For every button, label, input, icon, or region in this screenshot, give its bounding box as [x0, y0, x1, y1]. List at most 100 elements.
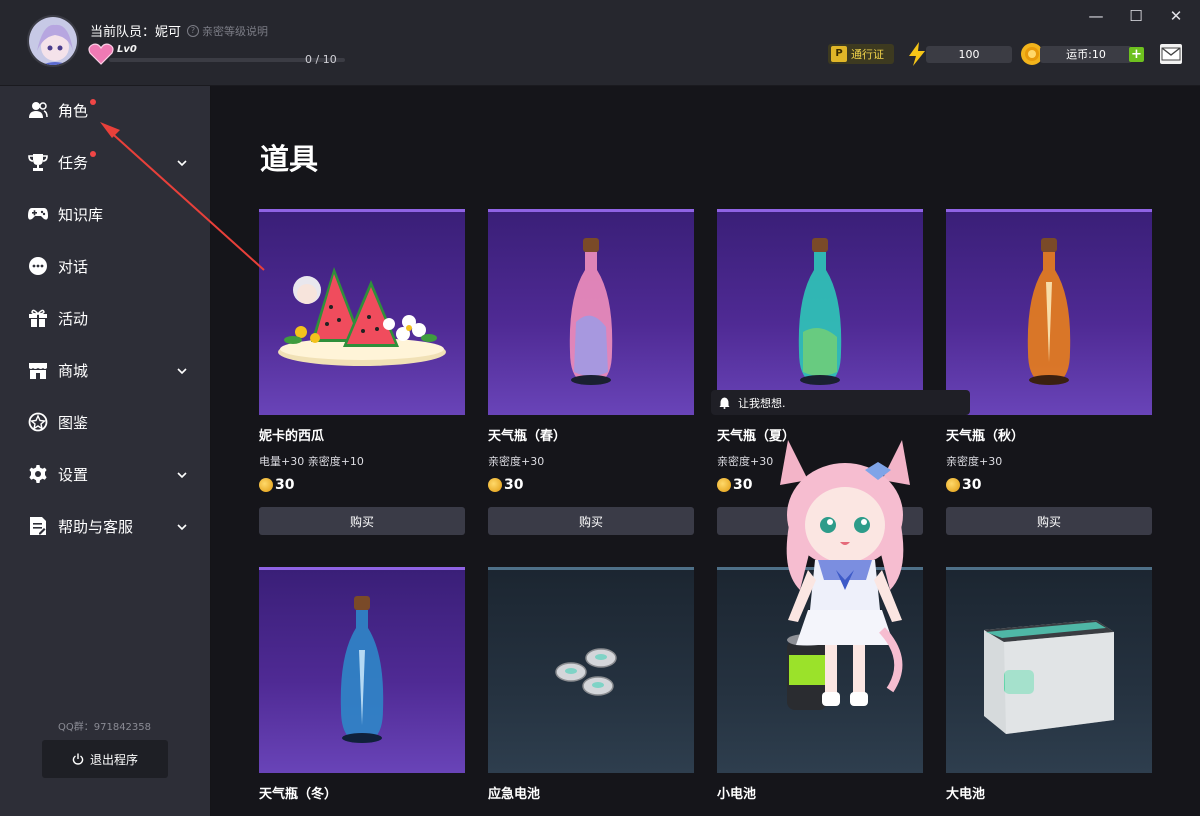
sidebar-item-events[interactable]: 活动	[28, 305, 198, 331]
coin-value: 运币:10	[1040, 46, 1132, 63]
item-image-big-battery[interactable]	[946, 567, 1152, 773]
chevron-down-icon	[176, 363, 188, 381]
sidebar-item-tasks[interactable]: 任务	[28, 149, 198, 175]
sidebar-item-label: 对话	[58, 257, 89, 276]
maximize-icon: ☐	[1129, 7, 1143, 25]
coin-display: 运币:10 +	[1020, 42, 1148, 66]
sidebar-item-label: 角色	[58, 101, 89, 120]
chevron-down-icon	[176, 519, 188, 537]
sidebar-item-label: 设置	[58, 465, 89, 484]
item-price: 30	[488, 477, 694, 493]
sidebar-item-label: 商城	[58, 361, 89, 380]
price-value: 30	[275, 477, 295, 493]
item-image-bottle-autumn[interactable]	[946, 209, 1152, 415]
qq-group-text: QQ群：971842358	[58, 722, 152, 733]
sidebar-item-label: 活动	[58, 309, 89, 328]
buy-button[interactable]: 购买	[488, 507, 694, 535]
item-image-bottle-summer[interactable]	[717, 209, 923, 415]
close-icon: ✕	[1169, 7, 1183, 25]
coin-icon	[259, 478, 273, 492]
sidebar-item-collection[interactable]: 图鉴	[28, 409, 198, 435]
page-title: 道具	[260, 142, 319, 176]
buy-button[interactable]: 购买	[259, 507, 465, 535]
price-value: 30	[733, 477, 753, 493]
item-card: 天气瓶（秋） 亲密度+30 30 购买	[946, 209, 1152, 535]
current-member-label: 当前队员：妮可	[90, 25, 182, 40]
coin-icon	[946, 478, 960, 492]
chat-icon	[28, 256, 48, 276]
sidebar-item-label: 任务	[58, 153, 89, 172]
intimacy-help-link[interactable]: ? 亲密等级说明	[187, 23, 268, 39]
item-card: 天气瓶（春） 亲密度+30 30 购买	[488, 209, 694, 535]
item-image-bottle-spring[interactable]	[488, 209, 694, 415]
item-name: 应急电池	[488, 787, 541, 802]
close-button[interactable]: ✕	[1166, 6, 1186, 26]
energy-value: 100	[926, 46, 1012, 63]
coin-icon	[488, 478, 502, 492]
exit-button[interactable]: 退出程序	[42, 740, 168, 778]
sidebar-item-help[interactable]: 帮助与客服	[28, 513, 198, 539]
price-value: 30	[504, 477, 524, 493]
item-desc: 亲密度+30	[488, 455, 545, 468]
add-coin-button[interactable]: +	[1129, 47, 1144, 62]
sidebar-item-label: 帮助与客服	[58, 517, 134, 536]
lightning-icon	[909, 42, 925, 66]
chevron-down-icon	[176, 155, 188, 173]
sidebar-item-settings[interactable]: 设置	[28, 461, 198, 487]
chevron-down-icon	[176, 467, 188, 485]
maximize-button[interactable]: ☐	[1126, 6, 1146, 26]
mail-button[interactable]	[1160, 44, 1182, 64]
pass-label: 通行证	[851, 48, 884, 61]
sidebar-item-chat[interactable]: 对话	[28, 253, 198, 279]
person-icon	[28, 100, 48, 120]
item-name: 天气瓶（冬）	[259, 787, 338, 802]
desktop-pet-character[interactable]	[770, 430, 920, 730]
speech-bubble: 让我想想.	[711, 390, 970, 415]
minimize-button[interactable]: —	[1086, 6, 1106, 26]
mail-icon	[1161, 47, 1181, 61]
level-badge: Lv0	[117, 44, 137, 55]
item-name: 天气瓶（秋）	[946, 429, 1025, 444]
item-card: 应急电池	[488, 567, 694, 802]
energy-display: 100	[908, 42, 1012, 66]
exit-label: 退出程序	[89, 752, 138, 767]
item-card: 妮卡的西瓜 电量+30 亲密度+10 30 购买	[259, 209, 465, 535]
item-image-emergency-battery[interactable]	[488, 567, 694, 773]
sidebar-item-knowledge[interactable]: 知识库	[28, 201, 198, 227]
item-desc: 电量+30 亲密度+10	[259, 455, 364, 468]
item-name: 大电池	[946, 787, 986, 802]
item-card: 大电池	[946, 567, 1152, 802]
question-icon: ?	[187, 25, 199, 37]
item-image-bottle-winter[interactable]	[259, 567, 465, 773]
minimize-icon: —	[1088, 7, 1104, 25]
intimacy-help-text: 亲密等级说明	[202, 25, 268, 38]
item-desc: 亲密度+30	[946, 455, 1003, 468]
sidebar-item-shop[interactable]: 商城	[28, 357, 198, 383]
sidebar-item-label: 图鉴	[58, 413, 89, 432]
item-price: 30	[259, 477, 465, 493]
notification-dot	[90, 99, 97, 105]
gamepad-icon	[28, 204, 48, 224]
avatar[interactable]	[27, 15, 79, 67]
notification-dot	[90, 151, 97, 157]
item-image-watermelon[interactable]	[259, 209, 465, 415]
pass-button[interactable]: P 通行证	[828, 44, 894, 64]
sidebar-item-character[interactable]: 角色	[28, 97, 198, 123]
price-value: 30	[962, 477, 982, 493]
xp-text: 0 / 10	[305, 53, 337, 66]
item-card: 天气瓶（冬）	[259, 567, 465, 802]
buy-button[interactable]: 购买	[946, 507, 1152, 535]
pass-icon: P	[831, 46, 847, 62]
speech-bubble-text: 让我想想.	[738, 396, 786, 410]
item-price: 30	[946, 477, 1152, 493]
gift-icon	[28, 308, 48, 328]
coin-icon	[717, 478, 731, 492]
bell-icon	[719, 397, 730, 409]
power-icon	[72, 753, 84, 765]
gear-icon	[28, 464, 48, 484]
sidebar-item-label: 知识库	[58, 205, 104, 224]
item-name: 小电池	[717, 787, 757, 802]
sidebar	[0, 86, 210, 816]
trophy-icon	[28, 152, 48, 172]
item-name: 天气瓶（春）	[488, 429, 567, 444]
